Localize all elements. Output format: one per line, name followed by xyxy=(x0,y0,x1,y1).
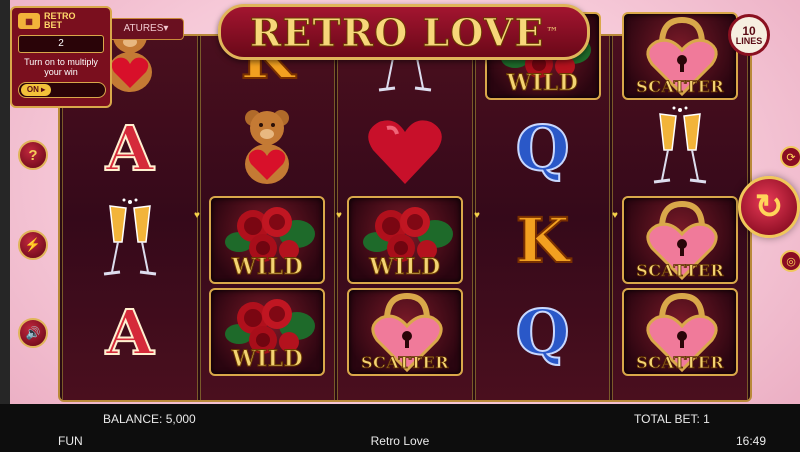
letter-k-symbol: K xyxy=(485,196,601,284)
lines-label: LINES xyxy=(735,35,763,46)
speaker-icon: 🔊 xyxy=(25,326,41,340)
retro-bet-value[interactable]: 2 xyxy=(18,35,104,53)
letter-a-text: A xyxy=(105,111,155,186)
wild-symbol: WILD xyxy=(209,196,326,284)
balance-value: 5,000 xyxy=(165,412,196,426)
retro-bet-toggle[interactable]: ON ▸ xyxy=(18,82,106,98)
reel-cell xyxy=(201,102,335,194)
reel-cell: WILD xyxy=(338,194,472,286)
balance-display: BALANCE: 5,000 xyxy=(103,412,196,426)
title-trademark: ™ xyxy=(546,25,559,39)
heart-symbol xyxy=(347,104,463,192)
reel-cell: SCATTER xyxy=(613,286,747,378)
retro-bet-hint: Turn on to multiply your win xyxy=(24,57,98,77)
features-tab[interactable]: ATURES▾ xyxy=(108,18,184,40)
payline-marker-icon: ♥ xyxy=(336,210,342,221)
sound-button[interactable]: 🔊 xyxy=(18,318,48,348)
letter-a-text: A xyxy=(105,295,155,370)
reel-4: WILD Q K Q xyxy=(474,12,611,400)
bet-settings-button[interactable]: ◎ xyxy=(780,250,800,272)
scatter-symbol: SCATTER xyxy=(346,288,463,376)
lines-count: 10 xyxy=(742,23,756,38)
payline-marker-icon: ♥ xyxy=(612,210,618,221)
reel-3: WILD SCATTER xyxy=(337,14,473,400)
total-bet-label: TOTAL BET: xyxy=(634,412,700,426)
wild-label: WILD xyxy=(506,70,579,97)
scatter-symbol: SCATTER xyxy=(622,12,739,100)
game-title: RETRO LOVE xyxy=(249,9,545,55)
spin-button[interactable]: ↻ xyxy=(738,176,800,238)
letter-a-symbol: A xyxy=(72,288,188,376)
left-edge-strip xyxy=(0,0,10,404)
wild-symbol: WILD xyxy=(209,288,326,376)
reel-cell xyxy=(63,194,197,286)
turbo-button[interactable]: ⚡ xyxy=(18,230,48,260)
total-bet-display: TOTAL BET: 1 xyxy=(634,412,710,426)
scatter-symbol: SCATTER xyxy=(622,196,739,284)
autoplay-button[interactable]: ⟳ xyxy=(780,146,800,168)
help-button[interactable]: ? xyxy=(18,140,48,170)
retro-bet-logo-text: RETRO BET xyxy=(44,11,76,30)
reel-cell xyxy=(613,102,747,194)
reel-cell: A xyxy=(63,286,197,378)
wild-label: WILD xyxy=(231,346,304,373)
bottom-status-bar: BALANCE: 5,000 TOTAL BET: 1 FUN Retro Lo… xyxy=(0,404,800,452)
clock: 16:49 xyxy=(736,434,767,448)
scatter-symbol: SCATTER xyxy=(622,288,739,376)
total-bet-value: 1 xyxy=(703,412,710,426)
letter-q-text: Q xyxy=(515,111,571,186)
lines-badge: 10 LINES xyxy=(728,14,770,56)
reel-cell: WILD xyxy=(201,194,335,286)
retro-bet-panel: ▦ RETRO BET 2 Turn on to multiply your wi… xyxy=(10,6,112,108)
lightning-icon: ⚡ xyxy=(24,237,42,252)
autoplay-icon: ⟳ xyxy=(786,151,796,164)
scatter-label: SCATTER xyxy=(636,261,725,281)
coin-icon: ◎ xyxy=(786,255,796,268)
reel-area: AAKWILDWILDWILDSCATTERWILDQKQSCATTERSCAT… xyxy=(58,12,752,402)
payline-marker-icon: ♥ xyxy=(474,210,480,221)
reel-cell: WILD xyxy=(201,286,335,378)
letter-q-text: Q xyxy=(515,295,571,370)
letter-q-symbol: Q xyxy=(485,288,601,376)
game-name: Retro Love xyxy=(370,434,430,448)
reel-cell xyxy=(338,102,472,194)
retro-bet-logo: ▦ RETRO BET xyxy=(18,12,104,30)
retro-bet-toggle-label: ON ▸ xyxy=(21,84,51,96)
retro-bet-logo-icon: ▦ xyxy=(18,13,40,29)
champagne-glasses-symbol xyxy=(622,104,738,192)
reel-cell: SCATTER xyxy=(613,194,747,286)
letter-q-symbol: Q xyxy=(485,104,601,192)
reel-cell: SCATTER xyxy=(338,286,472,378)
letter-k-text: K xyxy=(515,203,571,278)
reel-cell: Q xyxy=(476,286,610,378)
scatter-label: SCATTER xyxy=(360,353,450,373)
balance-label: BALANCE: xyxy=(103,412,163,426)
scatter-label: SCATTER xyxy=(636,77,725,97)
reel-cell: K xyxy=(476,194,610,286)
champagne-glasses-symbol xyxy=(72,196,188,284)
wild-label: WILD xyxy=(231,254,304,281)
question-icon: ? xyxy=(28,146,38,164)
spin-icon: ↻ xyxy=(754,188,784,226)
reel-5: SCATTER SCATTER SCATTER xyxy=(612,12,748,400)
reel-cell: A xyxy=(63,102,197,194)
teddy-bear-symbol xyxy=(209,104,325,192)
payline-marker-icon: ♥ xyxy=(194,210,200,221)
reel-cell: SCATTER xyxy=(613,10,747,102)
wild-label: WILD xyxy=(369,254,441,281)
reel-cell: Q xyxy=(476,102,610,194)
wild-symbol: WILD xyxy=(346,196,463,284)
letter-a-symbol: A xyxy=(72,104,188,192)
reel-2: KWILDWILD xyxy=(199,19,336,400)
game-title-banner: RETRO LOVE ™ xyxy=(218,4,590,60)
scatter-label: SCATTER xyxy=(636,353,725,373)
